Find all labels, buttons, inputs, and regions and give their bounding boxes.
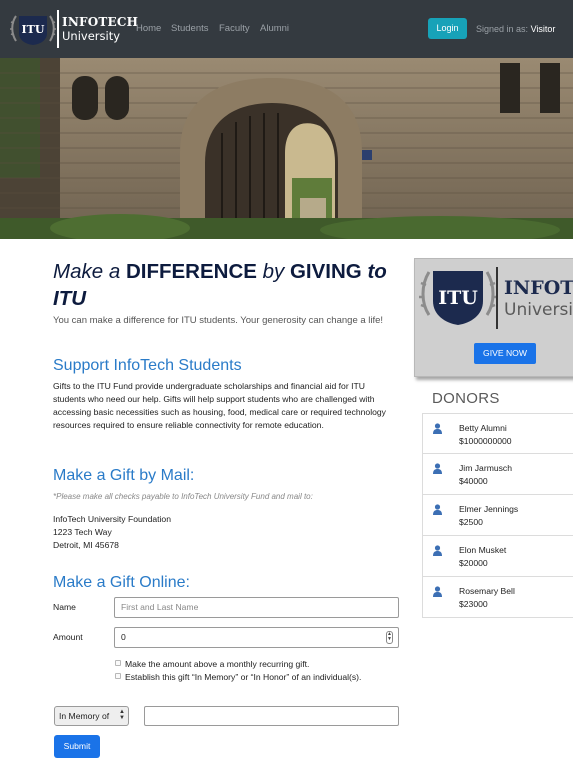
recurring-checkbox[interactable] [115,660,121,666]
donor-amount: $20000 [459,558,488,568]
submit-button[interactable]: Submit [54,735,100,758]
nav-link-students[interactable]: Students [171,23,209,34]
donor-item: Betty Alumni $1000000000 [422,413,573,454]
brand-name: INFOTECH [62,15,139,29]
person-icon [433,423,442,434]
recurring-label: Make the amount above a monthly recurrin… [125,659,310,669]
donate-promo-card: ITU INFOTECH University GIVE NOW [414,258,573,377]
headline-word: by [262,260,285,283]
headline-word: GIVING [289,260,362,283]
nav-link-faculty[interactable]: Faculty [219,23,250,34]
person-icon [433,463,442,474]
headline-word: Make a [53,260,121,283]
memory-type-select[interactable]: In Memory of ▲ ▼ [54,706,129,726]
donor-item: Rosemary Bell $23000 [422,577,573,618]
memory-checkbox[interactable] [115,673,121,679]
person-icon [433,504,442,515]
itu-logo-icon: ITU INFOTECH University [419,267,573,329]
svg-text:INFOTECH: INFOTECH [504,277,573,299]
nav-link-home[interactable]: Home [136,23,161,34]
donor-item: Jim Jarmusch $40000 [422,454,573,495]
mail-heading: Make a Gift by Mail: [53,467,195,484]
address-line: Detroit, MI 45678 [53,540,119,550]
donor-name: Betty Alumni [459,423,507,433]
support-description: Gifts to the ITU Fund provide undergradu… [53,381,386,430]
brand-divider [57,10,59,48]
donor-name: Elmer Jennings [459,504,519,514]
person-icon [433,545,442,556]
donor-amount: $2500 [459,517,483,527]
person-icon [433,586,442,597]
name-input[interactable]: First and Last Name [114,597,399,618]
donor-amount: $40000 [459,476,488,486]
brand-subtitle: University [62,29,121,43]
support-heading: Support InfoTech Students [53,357,242,374]
headline-word: DIFFERENCE [125,260,257,283]
top-navbar: ITU INFOTECH University Home Students Fa… [0,0,573,58]
donor-list: Betty Alumni $1000000000 Jim Jarmusch $4… [422,413,573,618]
brand-logo[interactable]: ITU INFOTECH University [10,8,138,50]
amount-value: 0 [121,632,126,642]
amount-input[interactable]: 0 ▲ ▼ [114,627,399,648]
donor-item: Elmer Jennings $2500 [422,495,573,536]
svg-text:ITU: ITU [22,23,45,36]
give-now-button[interactable]: GIVE NOW [474,343,536,364]
signed-in-prefix: Signed in as: [476,24,529,34]
donor-name: Jim Jarmusch [459,463,513,473]
donor-item: Elon Musket $20000 [422,536,573,577]
memory-type-value: In Memory of [59,711,110,721]
memory-label: Establish this gift “In Memory” or “In H… [125,672,362,682]
honoree-input[interactable] [144,706,399,726]
mail-note: *Please make all checks payable to InfoT… [53,492,313,501]
donor-amount: $1000000000 [459,436,512,446]
name-label: Name [53,602,76,612]
signed-in-status: Signed in as: Visitor [476,24,555,34]
hero-image [0,58,573,239]
number-spinner-icon[interactable]: ▲ ▼ [386,631,393,644]
amount-label: Amount [53,632,83,642]
login-button[interactable]: Login [428,18,467,39]
svg-text:ITU: ITU [438,287,478,309]
itu-seal-icon: ITU [10,15,56,45]
lead-text: You can make a difference for ITU studen… [53,315,384,326]
address-line: 1223 Tech Way [53,527,112,537]
svg-text:University: University [504,300,573,320]
mail-address: InfoTech University Foundation 1223 Tech… [53,513,171,552]
donor-amount: $23000 [459,599,488,609]
nav-link-alumni[interactable]: Alumni [260,23,289,34]
address-line: InfoTech University Foundation [53,514,171,524]
select-arrows-icon: ▲ ▼ [119,709,125,721]
page-headline: Make a DIFFERENCE by GIVING to ITU [53,258,398,312]
donor-name: Elon Musket [459,545,507,555]
online-heading: Make a Gift Online: [53,574,190,591]
donor-name: Rosemary Bell [459,586,515,596]
donors-heading: DONORS [432,390,500,407]
signed-in-user: Visitor [530,24,556,34]
